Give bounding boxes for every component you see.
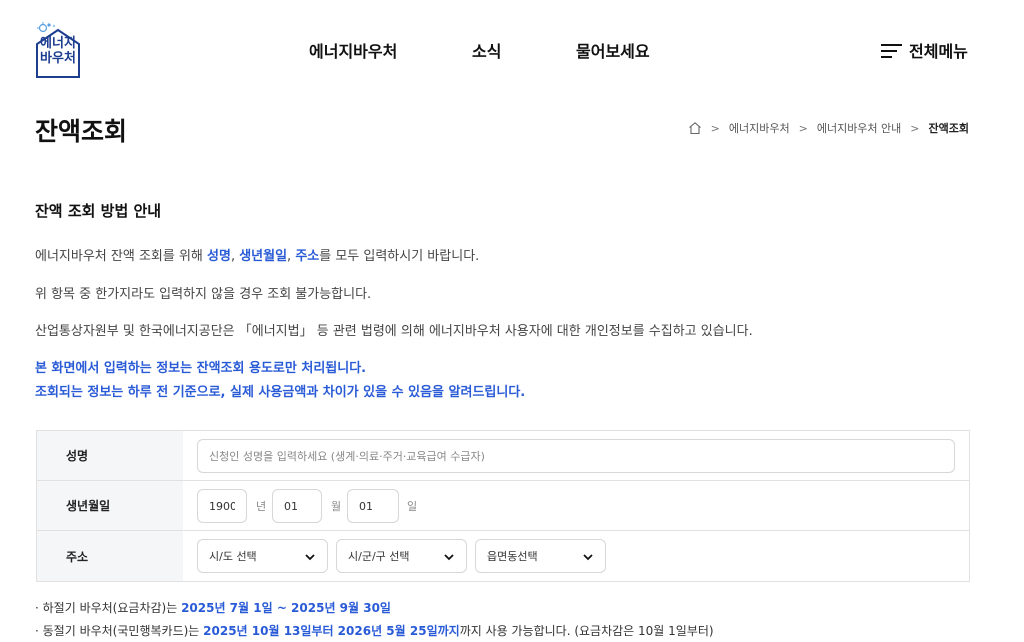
sigungu-select[interactable]: 시/군/구 선택 — [336, 539, 467, 573]
day-unit: 일 — [407, 500, 418, 513]
breadcrumb: > 에너지바우처 > 에너지바우처 안내 > 잔액조회 — [688, 120, 969, 136]
chevron-right-icon: > — [910, 121, 920, 135]
nav-energy-voucher[interactable]: 에너지바우처 — [309, 38, 397, 62]
name-input[interactable] — [197, 439, 955, 473]
highlight-address: 주소 — [295, 249, 320, 264]
form-row-address: 주소 시/도 선택 시/군/구 선택 읍면동선택 — [37, 531, 969, 581]
balance-form: 성명 생년월일 년 월 일 주소 시/도 선택 시/군/구 선택 — [36, 430, 970, 582]
hamburger-icon — [881, 43, 902, 58]
birth-year-input[interactable] — [197, 489, 247, 523]
breadcrumb-current: 잔액조회 — [928, 122, 969, 135]
eupmyeon-select[interactable]: 읍면동선택 — [475, 539, 606, 573]
guide-line-3: 산업통상자원부 및 한국에너지공단은 「에너지법」 등 관련 법령에 의해 에너… — [35, 324, 753, 339]
sigungu-select-value: 시/군/구 선택 — [348, 550, 410, 563]
name-label: 성명 — [37, 431, 183, 480]
birth-label: 생년월일 — [37, 481, 183, 530]
guide-notice-2: 조회되는 정보는 하루 전 기준으로, 실제 사용금액과 차이가 있을 수 있음… — [35, 385, 526, 400]
sido-select-value: 시/도 선택 — [209, 550, 257, 563]
chevron-right-icon: > — [798, 121, 808, 135]
month-unit: 월 — [331, 500, 342, 513]
guide-text: 에너지바우처 잔액 조회를 위해 — [35, 249, 208, 264]
main-nav: 에너지바우처 소식 물어보세요 — [0, 38, 1024, 62]
sido-select[interactable]: 시/도 선택 — [197, 539, 328, 573]
guide-text: , — [230, 249, 240, 264]
guide-line-2: 위 항목 중 한가지라도 입력하지 않을 경우 조회 불가능합니다. — [35, 287, 372, 302]
address-label: 주소 — [37, 531, 183, 581]
note-text: 까지 사용 가능합니다. (요금차감은 10월 1일부터) — [459, 624, 714, 638]
birth-month-input[interactable] — [272, 489, 322, 523]
year-unit: 년 — [256, 500, 267, 513]
site-header: 에너지 바우처 에너지바우처 소식 물어보세요 전체메뉴 — [0, 0, 1024, 96]
chevron-down-icon — [583, 554, 593, 561]
highlight-name: 성명 — [207, 249, 231, 264]
guide-text: 를 모두 입력하시기 바랍니다. — [319, 249, 480, 264]
eupmyeon-select-value: 읍면동선택 — [487, 550, 538, 563]
form-row-birth: 생년월일 년 월 일 — [37, 481, 969, 531]
chevron-right-icon: > — [710, 121, 720, 135]
birth-day-input[interactable] — [347, 489, 399, 523]
guide-title: 잔액 조회 방법 안내 — [35, 202, 162, 220]
page-title: 잔액조회 — [35, 117, 128, 146]
guide-notice-1: 본 화면에서 입력하는 정보는 잔액조회 용도로만 처리됩니다. — [35, 361, 367, 376]
all-menu-label: 전체메뉴 — [909, 42, 968, 61]
breadcrumb-item-guide[interactable]: 에너지바우처 안내 — [817, 120, 901, 136]
guide-line-1: 에너지바우처 잔액 조회를 위해 성명, 생년월일, 주소를 모두 입력하시기 … — [35, 245, 479, 264]
home-icon[interactable] — [688, 121, 702, 135]
chevron-down-icon — [305, 554, 315, 561]
nav-faq[interactable]: 물어보세요 — [576, 38, 650, 62]
note-summer: · 하절기 바우처(요금차감)는 2025년 7월 1일 ~ 2025년 9월 … — [35, 599, 391, 616]
form-row-name: 성명 — [37, 431, 969, 481]
chevron-down-icon — [444, 554, 454, 561]
summer-period: 2025년 7월 1일 ~ 2025년 9월 30일 — [181, 601, 391, 615]
all-menu-button[interactable]: 전체메뉴 — [881, 38, 968, 62]
nav-news[interactable]: 소식 — [472, 38, 501, 62]
winter-period: 2025년 10월 13일부터 2026년 5월 25일까지 — [203, 624, 460, 638]
breadcrumb-item-energy-voucher[interactable]: 에너지바우처 — [729, 120, 790, 136]
note-text: · 하절기 바우처(요금차감)는 — [35, 601, 182, 615]
note-text: · 동절기 바우처(국민행복카드)는 — [35, 624, 204, 638]
note-winter: · 동절기 바우처(국민행복카드)는 2025년 10월 13일부터 2026년… — [35, 622, 714, 639]
highlight-birth: 생년월일 — [239, 249, 288, 264]
